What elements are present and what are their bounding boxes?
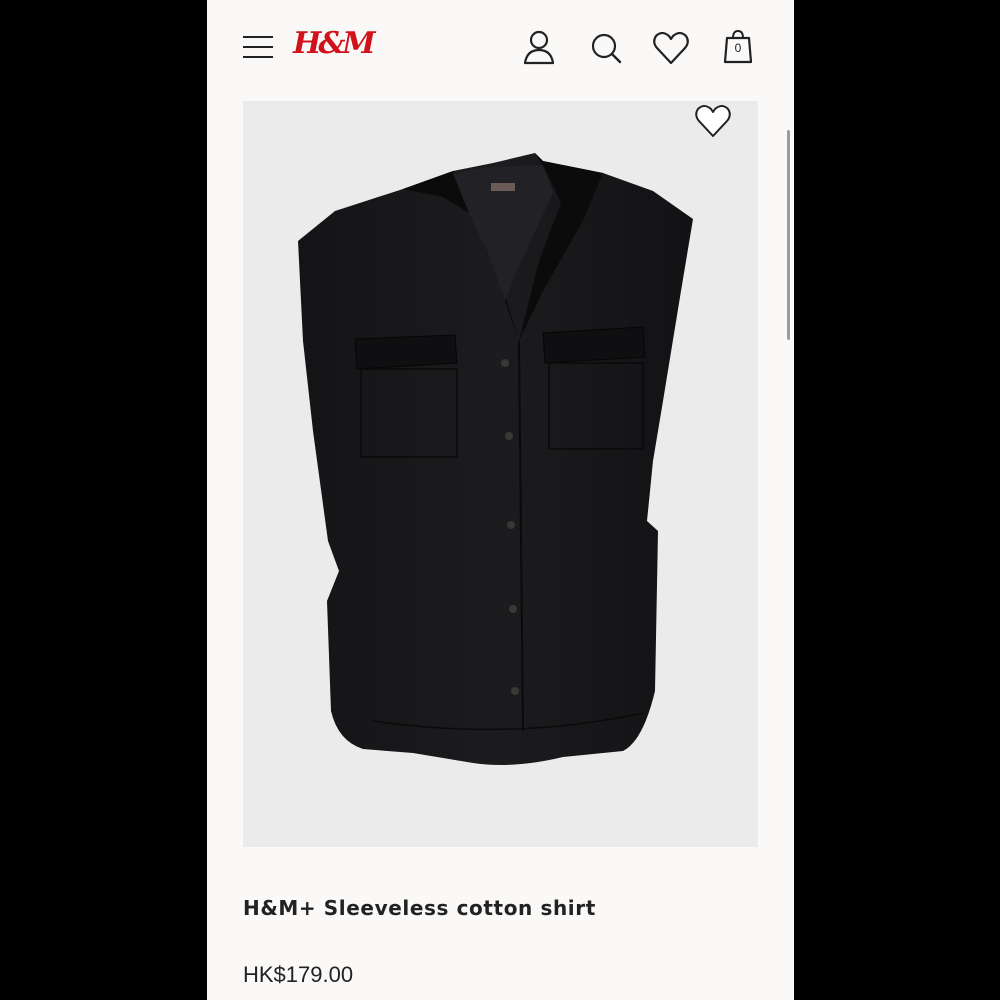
scrollbar[interactable] <box>787 130 790 340</box>
bag-count-badge: 0 <box>734 41 742 55</box>
product-title: H&M+ Sleeveless cotton shirt <box>243 896 596 920</box>
top-navigation-bar: H&M 0 <box>207 0 794 100</box>
menu-icon[interactable] <box>243 36 273 58</box>
favorites-icon[interactable] <box>651 28 691 68</box>
account-icon[interactable] <box>519 28 559 68</box>
product-price: HK$179.00 <box>243 962 354 987</box>
search-icon[interactable] <box>587 28 627 68</box>
brand-logo[interactable]: H&M <box>293 26 376 61</box>
app-screen: H&M 0 H&M+ Sleeveless cotton shirt HK$17… <box>207 0 794 1000</box>
sleeveless-shirt-image <box>298 153 693 765</box>
product-image[interactable] <box>243 101 758 847</box>
shopping-bag-icon[interactable]: 0 <box>723 28 755 68</box>
favorite-heart-icon[interactable] <box>694 102 732 140</box>
